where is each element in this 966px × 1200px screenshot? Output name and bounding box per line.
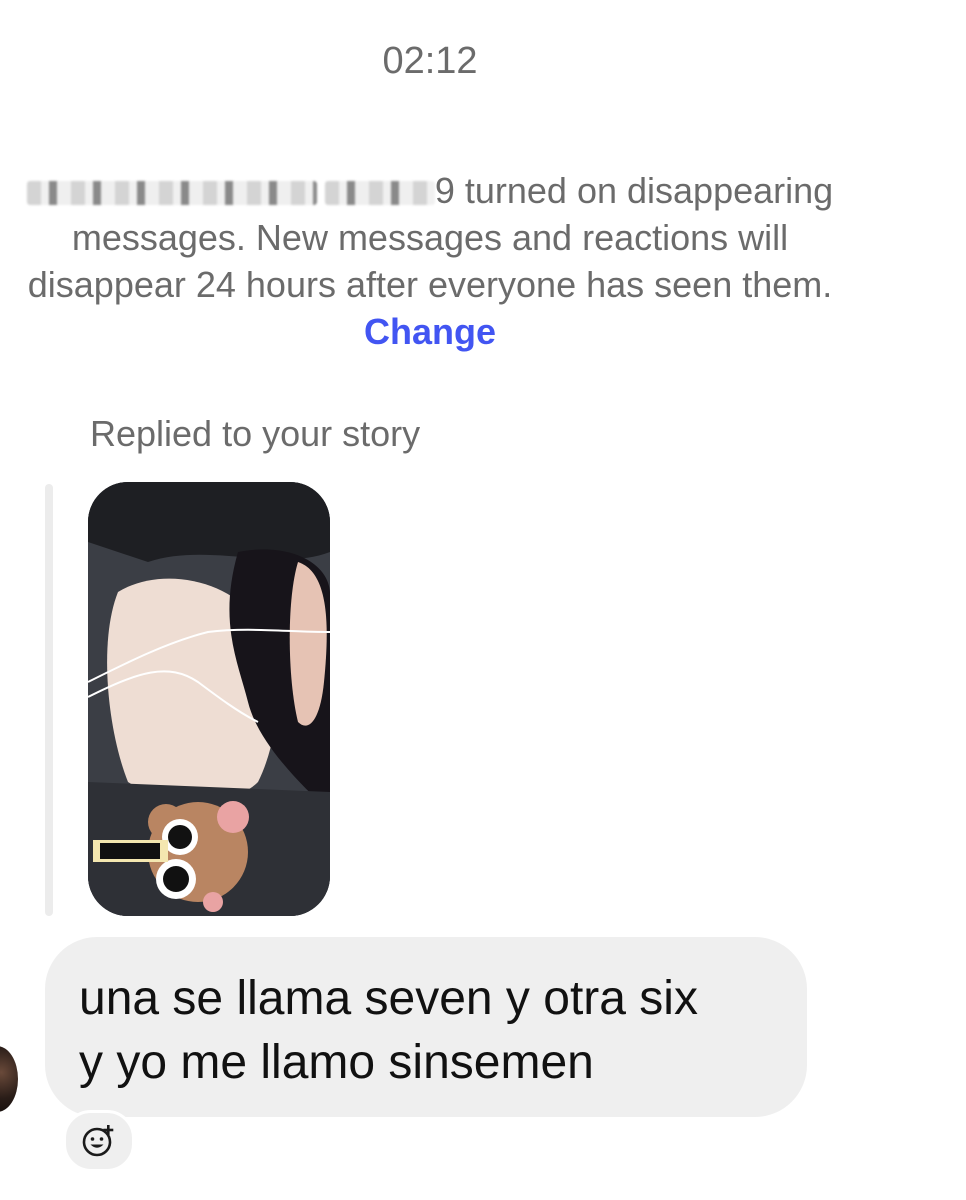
add-reaction-button[interactable] <box>63 1110 135 1172</box>
disappearing-messages-notice: 9 turned on disappearing messages. New m… <box>0 167 860 355</box>
username-suffix: 9 <box>434 170 455 211</box>
sender-avatar[interactable] <box>0 1046 18 1112</box>
change-link[interactable]: Change <box>364 311 496 352</box>
message-bubble[interactable]: una se llama seven y otra six y yo me ll… <box>45 937 807 1117</box>
redacted-username-part <box>324 181 435 206</box>
story-photo-icon <box>88 482 330 916</box>
replied-to-story-label: Replied to your story <box>90 413 421 454</box>
message-text-line-2: y yo me llamo sinsemen <box>79 1036 594 1089</box>
story-thumbnail[interactable] <box>88 482 330 916</box>
message-timestamp: 02:12 <box>382 40 478 82</box>
chat-thread: 02:12 9 turned on disappearing messages.… <box>0 0 966 1200</box>
redacted-username <box>26 181 317 206</box>
add-reaction-smiley-icon <box>82 1125 114 1157</box>
message-text-line-1: una se llama seven y otra six <box>79 972 698 1025</box>
reply-indicator-bar <box>45 484 53 916</box>
